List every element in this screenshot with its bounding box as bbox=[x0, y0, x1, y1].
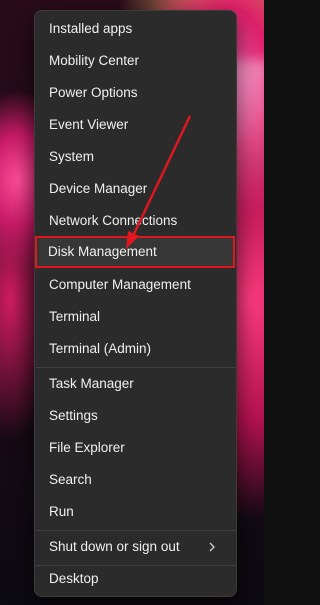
red-arrow-icon bbox=[126, 115, 192, 249]
